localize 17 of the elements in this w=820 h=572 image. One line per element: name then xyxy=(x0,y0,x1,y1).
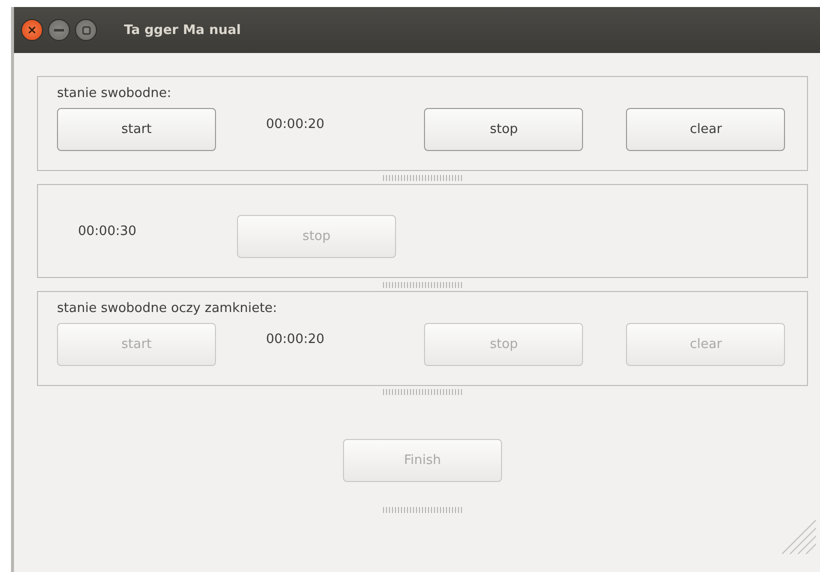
timer-text: 00:00:20 xyxy=(266,332,324,347)
close-icon[interactable] xyxy=(21,19,43,41)
splitter-grip-icon[interactable] xyxy=(382,389,462,395)
resize-grip-icon[interactable] xyxy=(782,520,816,554)
splitter-grip-icon[interactable] xyxy=(382,282,462,288)
splitter-grip-icon[interactable] xyxy=(382,174,462,180)
section-label: stanie swobodne oczy zamkniete: xyxy=(57,300,278,317)
button[interactable]: clear xyxy=(626,108,786,151)
timer-text: 00:00:20 xyxy=(266,117,324,132)
button[interactable]: start xyxy=(57,108,216,151)
window-title: Ta gger Ma nual xyxy=(124,22,241,38)
minimize-icon[interactable] xyxy=(48,19,70,41)
section-label: stanie swobodne: xyxy=(57,85,172,102)
splitter-grip-icon[interactable] xyxy=(382,507,462,513)
button[interactable]: stop xyxy=(424,108,584,151)
timer-text: 00:00:30 xyxy=(78,224,138,239)
maximize-icon[interactable] xyxy=(75,19,97,41)
